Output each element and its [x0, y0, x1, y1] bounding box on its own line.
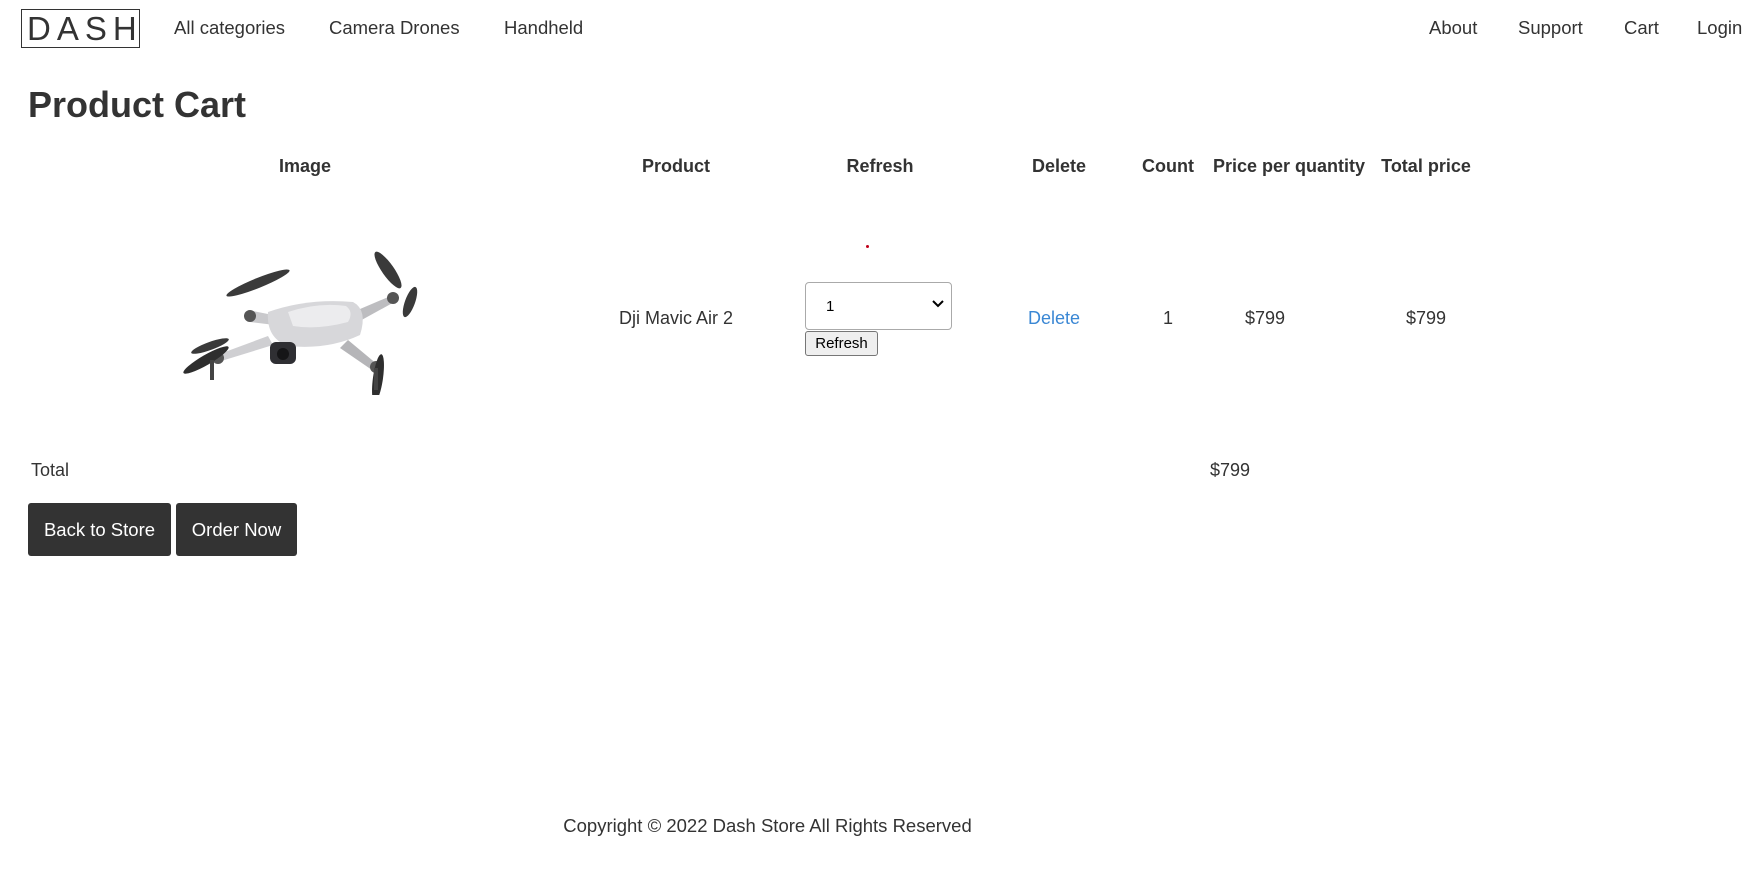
back-to-store-button[interactable]: Back to Store: [28, 503, 171, 556]
chevron-down-icon: [932, 300, 944, 308]
header-image: Image: [278, 156, 332, 176]
delete-link[interactable]: Delete: [1028, 308, 1080, 328]
header-delete: Delete: [1031, 156, 1087, 176]
order-now-button[interactable]: Order Now: [176, 503, 297, 556]
total-value: $799: [1210, 460, 1251, 480]
nav-link-login[interactable]: Login: [1697, 17, 1742, 39]
footer: Copyright © 2022 Dash Store All Rights R…: [0, 815, 1755, 837]
copyright-text: Copyright © 2022 Dash Store All Rights R…: [563, 815, 972, 836]
page-title: Product Cart: [28, 84, 247, 125]
item-count: 1: [1162, 308, 1174, 328]
red-dot-marker: [866, 245, 869, 248]
header-price-per-quantity: Price per quantity: [1212, 156, 1366, 176]
quantity-select[interactable]: 1: [805, 282, 952, 330]
drone-icon: [183, 251, 418, 402]
nav-link-camera-drones[interactable]: Camera Drones: [329, 17, 460, 39]
nav-link-about[interactable]: About: [1429, 17, 1477, 39]
nav-link-all-categories[interactable]: All categories: [174, 17, 285, 39]
nav-link-cart[interactable]: Cart: [1624, 17, 1659, 39]
navbar: DASH All categories Camera Drones Handhe…: [0, 0, 1755, 56]
store-logo[interactable]: DASH: [21, 9, 140, 48]
header-total-price: Total price: [1381, 156, 1471, 176]
price-per-quantity: $799: [1244, 308, 1286, 328]
refresh-button[interactable]: Refresh: [805, 331, 878, 356]
header-refresh: Refresh: [846, 156, 914, 176]
quantity-select-value: 1: [826, 298, 835, 315]
header-product: Product: [641, 156, 711, 176]
nav-link-handheld[interactable]: Handheld: [504, 17, 583, 39]
product-image: [178, 250, 438, 402]
row-total-price: $799: [1405, 308, 1447, 328]
total-label: Total: [31, 460, 70, 480]
nav-link-support[interactable]: Support: [1518, 17, 1583, 39]
product-name: Dji Mavic Air 2: [618, 308, 734, 328]
header-count: Count: [1142, 156, 1194, 176]
